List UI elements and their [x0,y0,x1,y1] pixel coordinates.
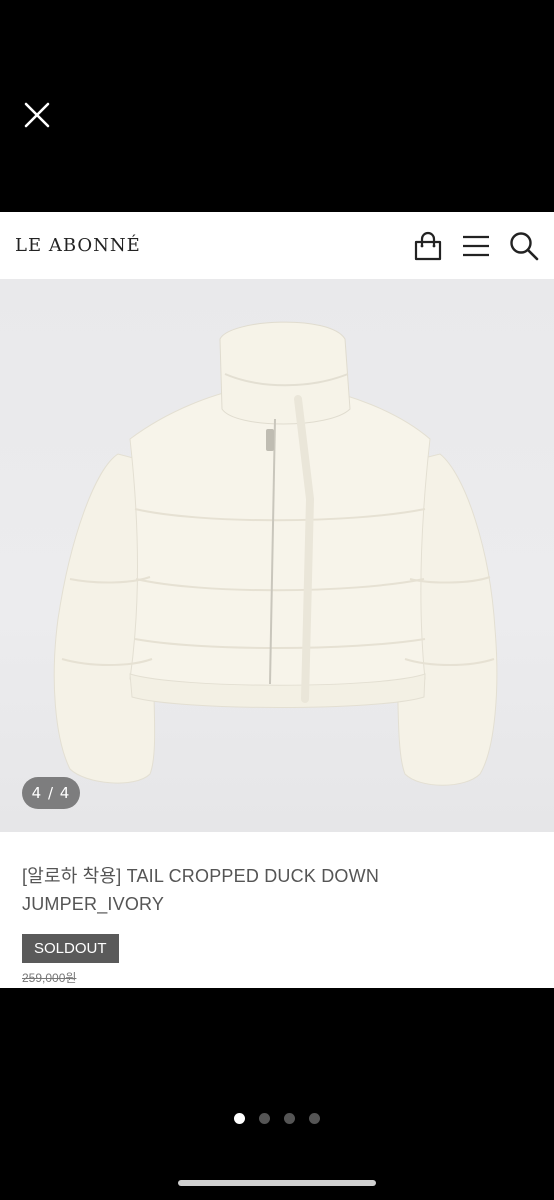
header-icons [412,230,540,262]
status-badge: SOLDOUT [22,934,119,963]
screenshot-page: LE ABONNÉ 4 / 4 [알로하 착용] TAIL CROPPED DU… [0,212,554,988]
image-viewer: LE ABONNÉ 4 / 4 [알로하 착용] TAIL CROPPED DU… [0,0,554,1200]
image-counter: 4 / 4 [22,777,80,809]
search-icon [510,231,539,260]
site-logo[interactable]: LE ABONNÉ [15,235,141,256]
shopping-bag-icon [414,231,442,260]
pagination-dot-2[interactable] [259,1113,270,1124]
pagination-dots [0,1113,554,1124]
product-image[interactable]: 4 / 4 [0,279,554,832]
search-button[interactable] [508,230,540,262]
pagination-dot-3[interactable] [284,1113,295,1124]
product-title[interactable]: [알로하 착용] TAIL CROPPED DUCK DOWN JUMPER_I… [22,862,532,918]
jacket-illustration [53,321,498,786]
site-header: LE ABONNÉ [0,212,554,279]
original-price: 259,000원 [22,971,77,985]
close-button[interactable] [18,96,56,134]
pagination-dot-4[interactable] [309,1113,320,1124]
product-title-line-1: [알로하 착용] TAIL CROPPED DUCK DOWN [22,866,380,886]
close-icon [24,102,50,128]
menu-icon [463,235,489,256]
product-title-line-2: JUMPER_IVORY [22,894,165,914]
product-info: [알로하 착용] TAIL CROPPED DUCK DOWN JUMPER_I… [0,832,554,986]
pagination-dot-1[interactable] [234,1113,245,1124]
home-indicator[interactable] [178,1180,376,1186]
shopping-bag-button[interactable] [412,230,444,262]
menu-button[interactable] [460,230,492,262]
